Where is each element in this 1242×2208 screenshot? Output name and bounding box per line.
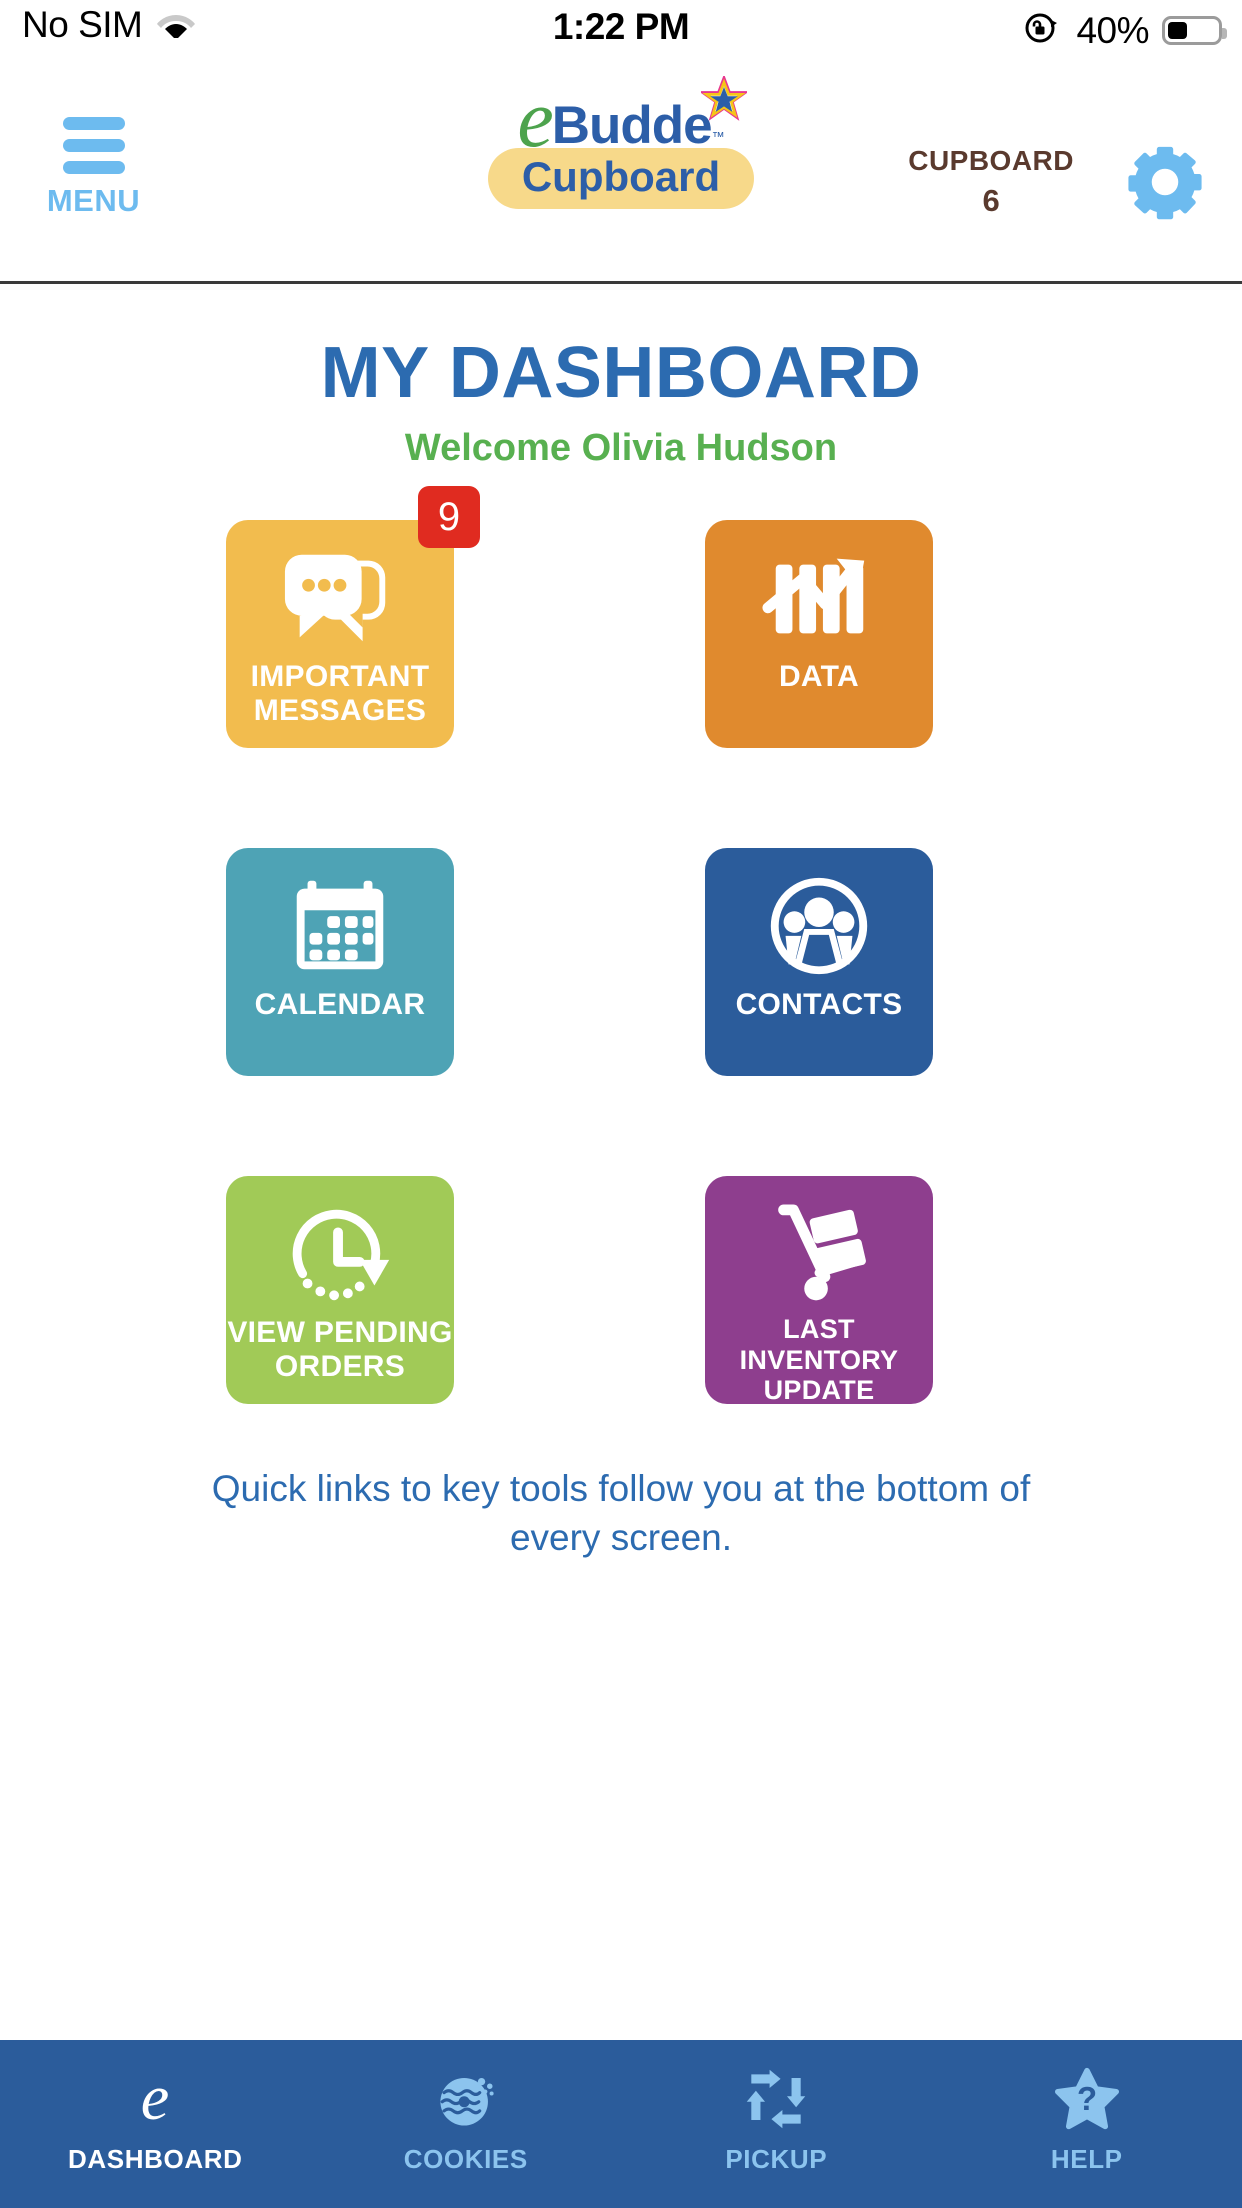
nav-label: DASHBOARD [68,2143,243,2174]
main-content: MY DASHBOARD Welcome Olivia Hudson 9 IMP… [0,285,1242,2040]
logo-trademark: ™ [711,129,725,144]
nav-item-help[interactable]: ? HELP [932,2040,1242,2208]
tile-last-inventory-update[interactable]: LAST INVENTORY UPDATE [705,1176,933,1405]
cookie-icon [434,2062,498,2136]
tile-label: CALENDAR [254,988,426,1021]
svg-text:?: ? [1077,2079,1097,2116]
tile-data[interactable]: DATA [705,520,933,748]
tile-label: LAST INVENTORY UPDATE [739,1314,899,1405]
battery-fill [1168,22,1188,39]
cupboard-label: CUPBOARD [908,145,1074,176]
tile-label: DATA [778,660,860,693]
dashboard-tile-grid: 9 IMPORTANT MESSAGES DATA CALENDAR CONTA… [226,486,1016,1405]
battery-percent-label: 40% [1076,9,1149,51]
battery-icon [1162,16,1227,45]
star-question-icon: ? [1054,2062,1119,2136]
app-screen: No SIM 1:22 PM 40% MENU e Budde ™ Cupboa… [0,0,1242,2208]
bar-chart-arrow-icon [760,546,878,650]
svg-text:e: e [141,2064,169,2133]
app-header: MENU e Budde ™ Cupboard CUPBOARD 6 [0,62,1242,284]
logo-e-letter: e [517,72,553,164]
welcome-message: Welcome Olivia Hudson [404,427,838,469]
page-title: MY DASHBOARD [320,333,922,413]
chat-bubbles-icon [281,546,399,650]
bottom-navigation-bar: e DASHBOARD COOKIES PICKUP ? HELP [0,2040,1242,2208]
logo-cupboard-text: Cupboard [521,153,721,200]
tile-label: VIEW PENDING ORDERS [227,1316,453,1383]
menu-button-label: MENU [46,183,141,218]
gear-icon [1128,146,1202,220]
menu-button[interactable]: MENU [46,117,141,219]
ebudde-cupboard-logo: e Budde ™ Cupboard [471,72,771,209]
tile-contacts[interactable]: CONTACTS [705,848,933,1076]
tile-label: CONTACTS [735,988,903,1021]
nav-item-dashboard[interactable]: e DASHBOARD [0,2040,311,2208]
nav-item-pickup[interactable]: PICKUP [621,2040,932,2208]
hamburger-menu-icon [62,117,125,174]
nav-label: COOKIES [403,2143,528,2174]
nav-label: HELP [1050,2143,1123,2174]
calendar-icon [281,874,399,978]
nav-item-cookies[interactable]: COOKIES [311,2040,622,2208]
nav-label: PICKUP [725,2143,828,2174]
people-group-icon [760,874,878,978]
clock-pending-icon [281,1202,399,1306]
recycle-arrows-icon [744,2062,808,2136]
status-bar: No SIM 1:22 PM 40% [0,0,1242,62]
footnote-text: Quick links to key tools follow you at t… [211,1468,1031,1559]
tile-important-messages[interactable]: 9 IMPORTANT MESSAGES [226,486,480,748]
hand-truck-icon [760,1202,878,1304]
cupboard-indicator: CUPBOARD 6 [908,145,1074,219]
logo-wordmark: e Budde ™ [517,72,750,164]
tile-calendar[interactable]: CALENDAR [226,848,454,1076]
settings-button[interactable] [1126,143,1204,221]
status-bar-right: 40% [1021,7,1227,54]
star-icon [698,73,750,122]
tile-view-pending-orders[interactable]: VIEW PENDING ORDERS [226,1176,454,1404]
important-messages-badge: 9 [418,486,480,548]
ebudde-e-icon: e [122,2062,188,2136]
tile-label: IMPORTANT MESSAGES [250,660,430,727]
cupboard-number: 6 [982,183,1000,218]
rotation-lock-icon [1021,7,1063,54]
logo-budde-text: Budde [551,96,713,155]
